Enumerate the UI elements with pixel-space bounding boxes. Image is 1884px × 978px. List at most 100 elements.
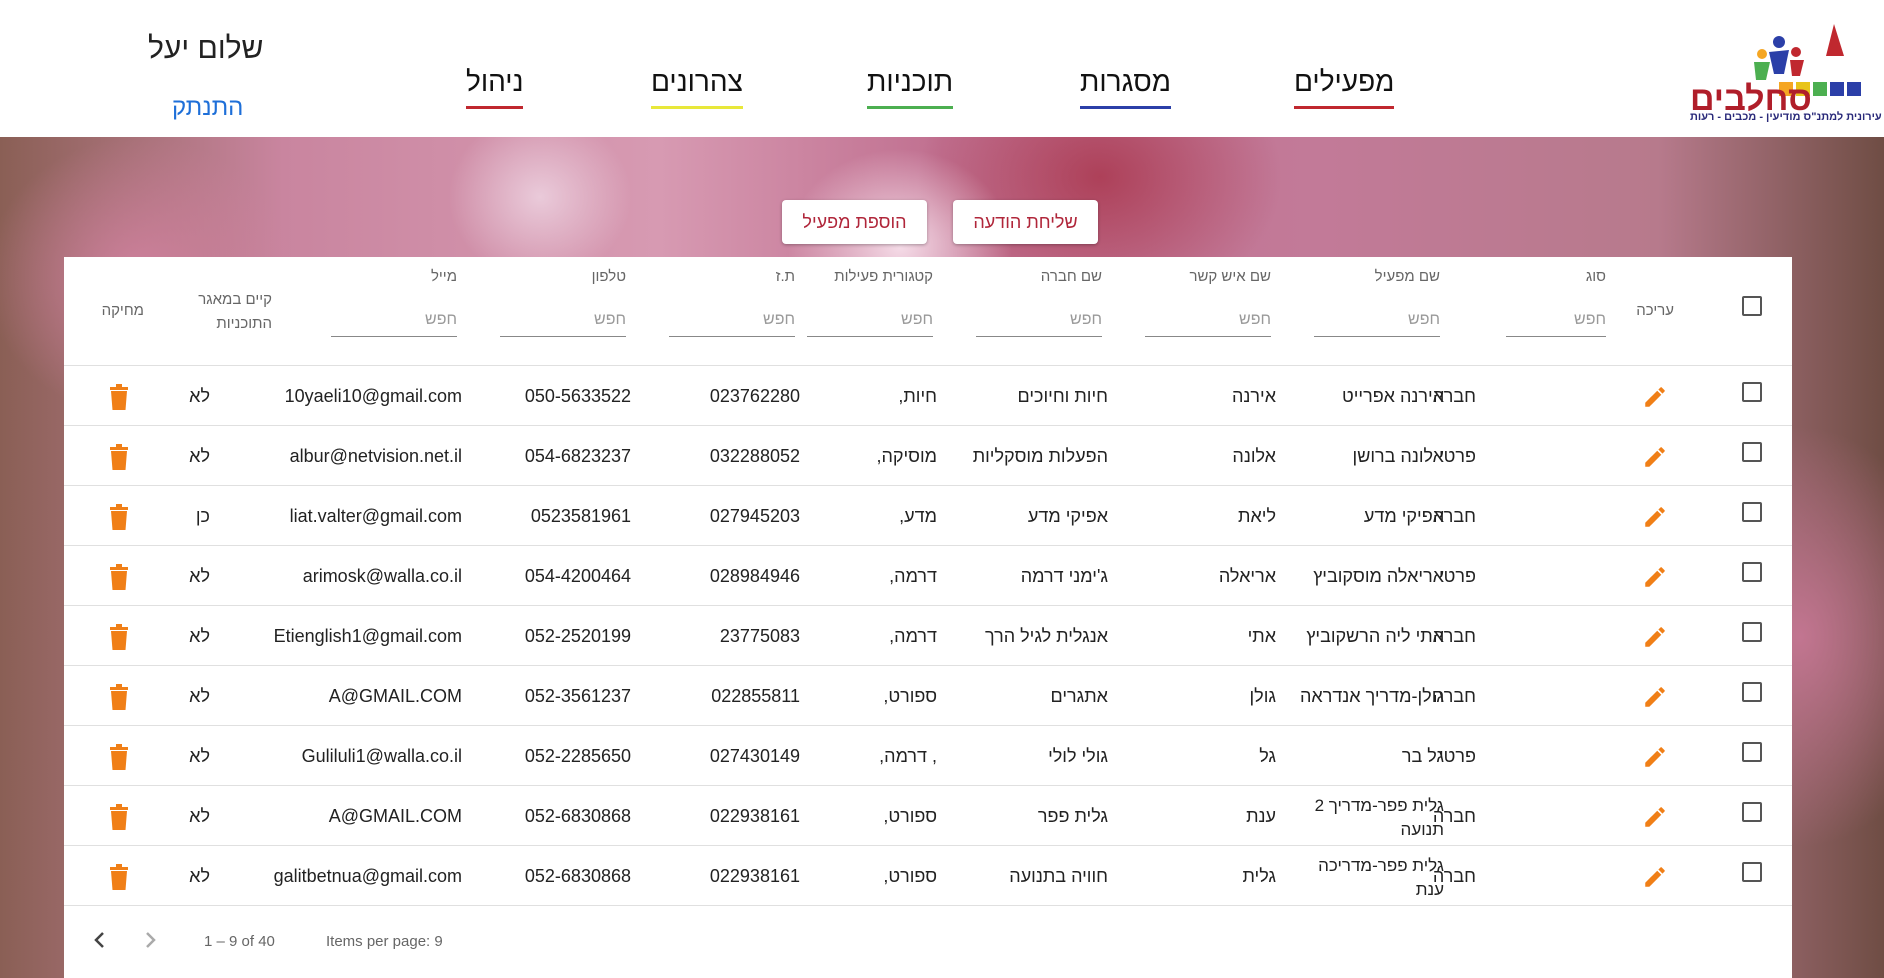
col-company-name[interactable]: שם חברה	[976, 268, 1102, 285]
row-checkbox[interactable]	[1742, 682, 1762, 702]
col-email[interactable]: מייל	[331, 268, 457, 285]
cell-category: ספורט,	[883, 806, 937, 826]
nav-operators[interactable]: מפעילים	[1294, 66, 1395, 109]
cell-category: דרמה,	[889, 566, 937, 586]
row-checkbox[interactable]	[1742, 562, 1762, 582]
cell-category: ספורט,	[883, 686, 937, 706]
nav-label: תוכניות	[867, 66, 954, 97]
next-page-icon[interactable]	[138, 928, 162, 952]
delete-icon[interactable]	[108, 864, 130, 895]
nav-underline	[867, 106, 954, 109]
row-checkbox[interactable]	[1742, 622, 1762, 642]
cell-id: 032288052	[709, 446, 800, 466]
col-id[interactable]: ת.ז	[669, 268, 795, 285]
delete-icon[interactable]	[108, 564, 130, 595]
col-contact-name[interactable]: שם איש קשר	[1145, 268, 1271, 285]
filter-email[interactable]	[331, 303, 457, 337]
cell-phone: 052-2520199	[524, 626, 631, 646]
delete-icon[interactable]	[108, 624, 130, 655]
edit-icon[interactable]	[1642, 744, 1668, 775]
col-phone[interactable]: טלפון	[500, 268, 626, 285]
cell-contact-name: ענת	[1246, 806, 1276, 826]
delete-icon[interactable]	[108, 504, 130, 535]
col-operator-name[interactable]: שם מפעיל	[1314, 268, 1440, 285]
row-checkbox[interactable]	[1742, 742, 1762, 762]
nav-afterschool[interactable]: צהרונים	[651, 66, 743, 109]
cell-company-name: חוויה בתנועה	[1009, 866, 1108, 886]
filter-category[interactable]	[807, 303, 933, 337]
cell-contact-name: ליאת	[1238, 506, 1276, 526]
filter-contact-name[interactable]	[1145, 303, 1271, 337]
cell-phone: 052-2285650	[524, 746, 631, 766]
logout-link[interactable]: התנתק	[172, 94, 243, 122]
items-per-page[interactable]: Items per page: 9	[326, 933, 443, 950]
cell-email: A@GMAIL.COM	[328, 686, 462, 706]
edit-icon[interactable]	[1642, 444, 1668, 475]
cell-category: מדע,	[899, 506, 937, 526]
edit-icon[interactable]	[1642, 864, 1668, 895]
nav-label: מסגרות	[1080, 66, 1172, 97]
delete-icon[interactable]	[108, 744, 130, 775]
cell-id: 027430149	[709, 746, 800, 766]
cell-operator-name: גולן-מדריך אנדראה	[1300, 686, 1444, 706]
nav-underline	[466, 106, 524, 109]
edit-icon[interactable]	[1642, 624, 1668, 655]
cell-contact-name: אתי	[1247, 626, 1276, 646]
cell-category: חיות,	[898, 386, 937, 406]
cell-company-name: ג'ימני דרמה	[1020, 566, 1108, 586]
filter-id[interactable]	[669, 303, 795, 337]
cell-company-name: אפיקי מדע	[1027, 506, 1108, 526]
cell-category: ספורט,	[883, 866, 937, 886]
cell-phone: 054-6823237	[524, 446, 631, 466]
cell-in-pool: לא	[189, 386, 210, 406]
delete-icon[interactable]	[108, 384, 130, 415]
edit-icon[interactable]	[1642, 384, 1668, 415]
filter-operator-name[interactable]	[1314, 303, 1440, 337]
add-operator-button[interactable]: הוספת מפעיל	[782, 200, 927, 244]
page-range: 1 – 9 of 40	[204, 933, 275, 950]
filter-company-name[interactable]	[976, 303, 1102, 337]
nav-underline	[1294, 106, 1395, 109]
cell-in-pool: לא	[189, 746, 210, 766]
delete-icon[interactable]	[108, 444, 130, 475]
nav-programs[interactable]: תוכניות	[867, 66, 954, 109]
cell-email: Guliluli1@walla.co.il	[301, 746, 462, 766]
col-type[interactable]: סוג	[1506, 268, 1606, 285]
edit-icon[interactable]	[1642, 804, 1668, 835]
cell-email: Etienglish1@gmail.com	[273, 626, 462, 646]
cell-operator-name: גלית פפר-מדריך 2 תנועה	[1314, 796, 1444, 839]
col-category[interactable]: קטגורית פעילות	[807, 268, 933, 285]
filter-phone[interactable]	[500, 303, 626, 337]
cell-phone: 0523581961	[530, 506, 631, 526]
select-all-checkbox[interactable]	[1742, 296, 1762, 316]
cell-contact-name: אריאלה	[1218, 566, 1276, 586]
nav-management[interactable]: ניהול	[466, 66, 524, 109]
row-checkbox[interactable]	[1742, 382, 1762, 402]
nav-frameworks[interactable]: מסגרות	[1080, 66, 1172, 109]
cell-in-pool: לא	[189, 566, 210, 586]
cell-id: 028984946	[709, 566, 800, 586]
edit-icon[interactable]	[1642, 564, 1668, 595]
cell-contact-name: אלונה	[1232, 446, 1276, 466]
cell-category: מוסיקה,	[876, 446, 937, 466]
edit-icon[interactable]	[1642, 684, 1668, 715]
cell-email: galitbetnua@gmail.com	[273, 866, 462, 886]
cell-operator-name: אירנה אפרייט	[1341, 386, 1444, 406]
delete-icon[interactable]	[108, 684, 130, 715]
row-checkbox[interactable]	[1742, 862, 1762, 882]
cell-contact-name: גל	[1259, 746, 1276, 766]
filter-type[interactable]	[1506, 303, 1606, 337]
cell-id: 022855811	[711, 686, 800, 706]
cell-phone: 052-6830868	[524, 806, 631, 826]
cell-contact-name: גלית	[1242, 866, 1276, 886]
cell-in-pool: לא	[189, 446, 210, 466]
row-checkbox[interactable]	[1742, 442, 1762, 462]
previous-page-icon[interactable]	[88, 928, 112, 952]
send-message-button[interactable]: שליחת הודעה	[953, 200, 1098, 244]
cell-email: A@GMAIL.COM	[328, 806, 462, 826]
col-in-pool: קיים במאגר התוכניות	[198, 291, 272, 332]
edit-icon[interactable]	[1642, 504, 1668, 535]
row-checkbox[interactable]	[1742, 502, 1762, 522]
row-checkbox[interactable]	[1742, 802, 1762, 822]
delete-icon[interactable]	[108, 804, 130, 835]
